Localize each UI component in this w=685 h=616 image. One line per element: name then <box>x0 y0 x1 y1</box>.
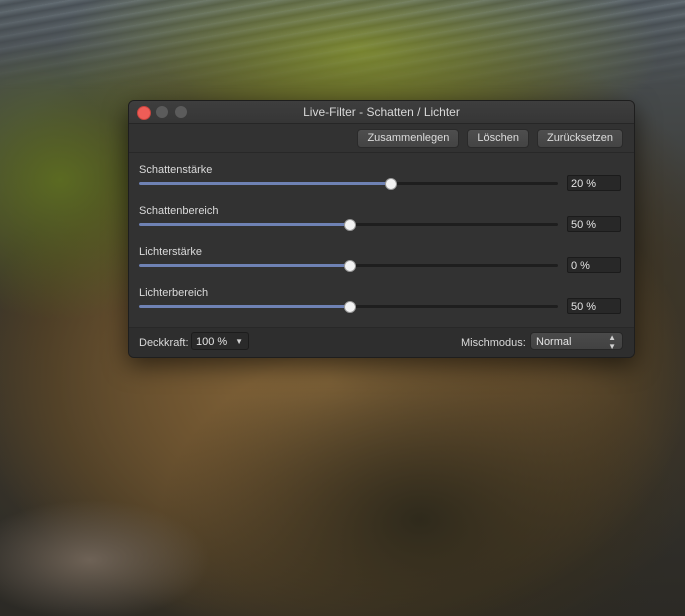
water-texture <box>0 0 685 90</box>
slider-knob[interactable] <box>385 178 398 190</box>
slider-fill <box>139 305 349 308</box>
shadow-range-slider[interactable] <box>139 219 558 231</box>
highlight-range-value-field[interactable]: 50 % <box>567 298 621 314</box>
slider-row-highlight-strength: Lichterstärke 0 % <box>129 246 634 286</box>
highlight-range-slider[interactable] <box>139 301 558 313</box>
title-bar[interactable]: Live-Filter - Schatten / Lichter <box>129 101 634 124</box>
slider-fill <box>139 223 349 226</box>
delete-button[interactable]: Löschen <box>467 129 529 148</box>
slider-knob[interactable] <box>343 301 356 313</box>
slider-row-shadow-range: Schattenbereich 50 % <box>129 205 634 245</box>
slider-fill <box>139 182 391 185</box>
dialog-title: Live-Filter - Schatten / Lichter <box>303 105 460 119</box>
slider-knob[interactable] <box>343 260 356 272</box>
dialog-footer: Deckkraft: 100 % ▼ Mischmodus: Normal ▲ ▼ <box>129 328 634 357</box>
blend-mode-value: Normal <box>536 336 572 348</box>
highlight-strength-value-field[interactable]: 0 % <box>567 257 621 273</box>
slider-knob[interactable] <box>343 219 356 231</box>
slider-label: Schattenbereich <box>139 205 219 217</box>
shadow-strength-value-field[interactable]: 20 % <box>567 175 621 191</box>
opacity-label: Deckkraft: <box>139 337 189 349</box>
highlight-strength-slider[interactable] <box>139 260 558 272</box>
slider-row-highlight-range: Lichterbereich 50 % <box>129 287 634 327</box>
reset-button[interactable]: Zurücksetzen <box>536 129 623 148</box>
slider-label: Lichterbereich <box>139 287 209 299</box>
divider <box>129 152 634 153</box>
slider-fill <box>139 264 349 267</box>
caret-down-icon: ▼ <box>235 337 243 346</box>
opacity-dropdown[interactable]: 100 % ▼ <box>191 332 249 350</box>
slider-label: Schattenstärke <box>139 164 213 176</box>
slider-row-shadow-strength: Schattenstärke 20 % <box>129 164 634 204</box>
action-toolbar: Zusammenlegen Löschen Zurücksetzen <box>357 129 623 148</box>
up-down-chevron-icon: ▲ ▼ <box>608 333 616 351</box>
shadow-strength-slider[interactable] <box>139 178 558 190</box>
slider-label: Lichterstärke <box>139 246 202 258</box>
shadows-highlights-dialog: Live-Filter - Schatten / Lichter Zusamme… <box>128 100 635 358</box>
blend-mode-label: Mischmodus: <box>461 337 526 349</box>
blend-mode-select[interactable]: Normal ▲ ▼ <box>530 332 623 351</box>
merge-button[interactable]: Zusammenlegen <box>357 129 460 148</box>
shadow-range-value-field[interactable]: 50 % <box>567 216 621 232</box>
opacity-value: 100 % <box>196 336 228 348</box>
